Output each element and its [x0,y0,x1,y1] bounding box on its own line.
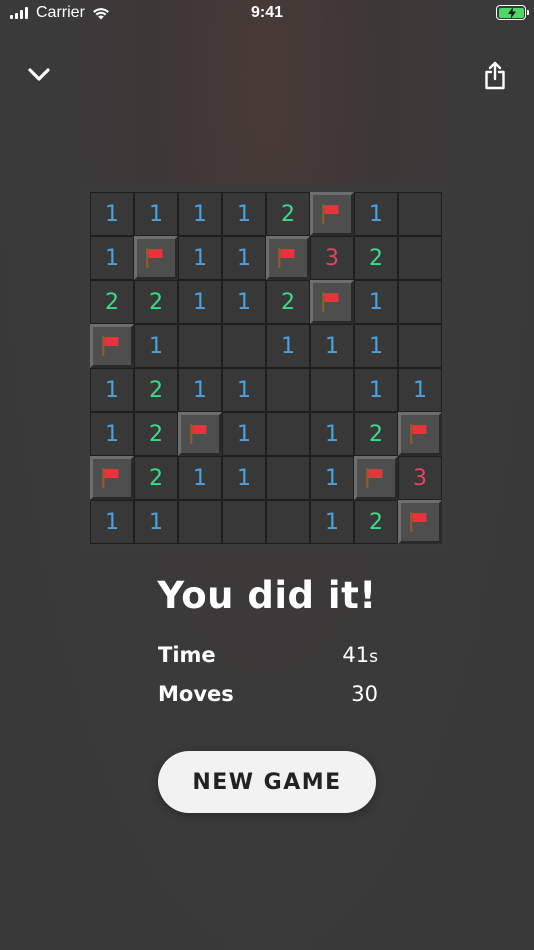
cell-number[interactable]: 2 [90,280,134,324]
cell-empty[interactable] [398,324,442,368]
cell-number[interactable]: 3 [398,456,442,500]
cell-number[interactable]: 2 [266,280,310,324]
chevron-down-icon [28,68,50,81]
cell-flagged[interactable] [266,236,310,280]
flag-icon [276,247,300,269]
cell-empty[interactable] [310,368,354,412]
cell-empty[interactable] [266,456,310,500]
cell-number[interactable]: 1 [310,500,354,544]
flag-icon [364,467,388,489]
cell-number[interactable]: 1 [266,324,310,368]
minesweeper-board: 1111211113222112111111211111211221113111… [82,184,451,553]
time-value: 41s [300,643,378,667]
flag-icon [100,335,124,357]
cell-number[interactable]: 1 [178,236,222,280]
cell-number[interactable]: 1 [90,236,134,280]
status-bar: Carrier 9:41 [0,0,534,28]
cell-number[interactable]: 1 [222,368,266,412]
cell-number[interactable]: 2 [134,412,178,456]
cell-number[interactable]: 2 [134,280,178,324]
share-button[interactable] [477,58,513,94]
cell-flagged[interactable] [90,324,134,368]
cell-empty[interactable] [178,324,222,368]
flag-icon [320,203,344,225]
cell-number[interactable]: 3 [310,236,354,280]
cell-number[interactable]: 2 [354,236,398,280]
cell-flagged[interactable] [310,192,354,236]
share-icon [485,61,505,90]
battery-icon [496,5,526,20]
cell-number[interactable]: 1 [222,456,266,500]
battery-tip [527,10,529,15]
new-game-button[interactable]: NEW GAME [158,751,376,813]
time-unit: s [369,647,378,667]
cell-empty[interactable] [222,324,266,368]
cell-empty[interactable] [222,500,266,544]
moves-value: 30 [351,682,378,706]
cell-number[interactable]: 1 [222,192,266,236]
cell-number[interactable]: 2 [134,368,178,412]
close-button[interactable] [21,57,57,93]
cell-number[interactable]: 1 [310,456,354,500]
flag-icon [188,423,212,445]
cell-number[interactable]: 1 [354,368,398,412]
cell-number[interactable]: 2 [134,456,178,500]
cell-empty[interactable] [266,412,310,456]
cell-number[interactable]: 1 [90,192,134,236]
flag-icon [320,291,344,313]
cell-flagged[interactable] [310,280,354,324]
cell-number[interactable]: 1 [310,324,354,368]
cell-number[interactable]: 1 [222,280,266,324]
cell-empty[interactable] [266,368,310,412]
cell-number[interactable]: 2 [354,500,398,544]
cell-number[interactable]: 1 [134,324,178,368]
cell-number[interactable]: 1 [134,500,178,544]
flag-icon [408,511,432,533]
cell-flagged[interactable] [134,236,178,280]
flag-icon [144,247,168,269]
cell-flagged[interactable] [178,412,222,456]
cell-empty[interactable] [398,192,442,236]
flag-icon [100,467,124,489]
cell-number[interactable]: 1 [90,500,134,544]
cell-empty[interactable] [178,500,222,544]
cell-number[interactable]: 1 [354,192,398,236]
cell-number[interactable]: 1 [178,280,222,324]
cell-empty[interactable] [398,236,442,280]
time-label: Time [158,643,216,667]
cell-number[interactable]: 1 [134,192,178,236]
status-time: 9:41 [250,4,284,21]
cell-number[interactable]: 1 [90,412,134,456]
cell-flagged[interactable] [398,412,442,456]
cell-flagged[interactable] [354,456,398,500]
result-title: You did it! [157,574,377,617]
cell-number[interactable]: 1 [354,280,398,324]
cell-number[interactable]: 1 [178,192,222,236]
cell-number[interactable]: 1 [398,368,442,412]
cell-number[interactable]: 1 [178,368,222,412]
time-number: 41 [342,643,370,667]
cell-number[interactable]: 1 [310,412,354,456]
cell-empty[interactable] [266,500,310,544]
board-grid: 1111211113222112111111211111211221113111… [90,192,443,544]
cell-empty[interactable] [398,280,442,324]
cell-number[interactable]: 2 [354,412,398,456]
flag-icon [408,423,432,445]
cell-number[interactable]: 1 [222,412,266,456]
cell-number[interactable]: 1 [90,368,134,412]
moves-label: Moves [158,682,234,706]
cell-flagged[interactable] [90,456,134,500]
cell-flagged[interactable] [398,500,442,544]
cell-number[interactable]: 1 [354,324,398,368]
cell-number[interactable]: 1 [178,456,222,500]
cell-number[interactable]: 1 [222,236,266,280]
cell-number[interactable]: 2 [266,192,310,236]
